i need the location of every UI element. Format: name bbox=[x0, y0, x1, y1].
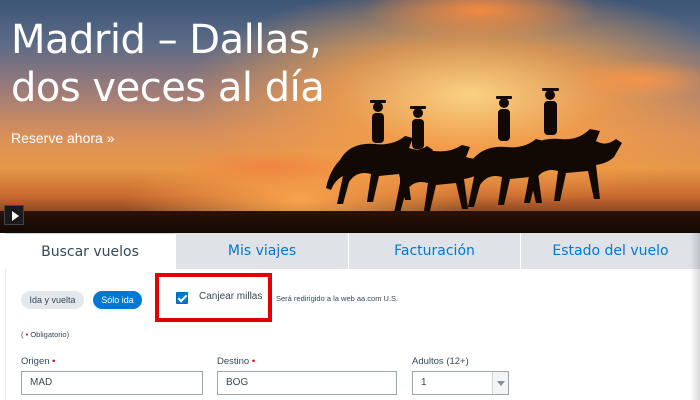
destination-label-text: Destino bbox=[217, 356, 250, 367]
required-text: Obligatorio) bbox=[28, 330, 70, 339]
reserve-now-link[interactable]: Reserve ahora » bbox=[11, 130, 115, 146]
tab-check-in[interactable]: Facturación bbox=[349, 233, 521, 269]
checkbox-checked-icon[interactable] bbox=[176, 292, 188, 304]
play-icon[interactable] bbox=[4, 205, 24, 225]
required-note: ( • Obligatorio) bbox=[21, 330, 69, 339]
origin-label: Origen • bbox=[21, 356, 55, 367]
adults-label: Adultos (12+) bbox=[412, 356, 469, 367]
one-way-toggle[interactable]: Sólo ida bbox=[93, 291, 142, 309]
origin-label-text: Origen bbox=[21, 356, 50, 367]
tab-flight-status[interactable]: Estado del vuelo bbox=[521, 233, 700, 269]
hero-ground bbox=[0, 211, 700, 233]
hero-banner: Madrid – Dallas, dos veces al día Reserv… bbox=[0, 0, 700, 233]
round-trip-toggle[interactable]: Ida y vuelta bbox=[21, 291, 84, 309]
origin-required-star: • bbox=[52, 356, 56, 367]
tab-search-flights[interactable]: Buscar vuelos bbox=[5, 233, 176, 269]
adults-select[interactable]: 1 bbox=[412, 371, 509, 395]
destination-required-star: • bbox=[251, 356, 256, 367]
booking-tabs: Buscar vuelos Mis viajes Facturación Est… bbox=[5, 233, 700, 269]
tab-my-trips[interactable]: Mis viajes bbox=[176, 233, 349, 269]
hero-title-line1: Madrid – Dallas, bbox=[11, 17, 322, 63]
adults-select-value: 1 bbox=[421, 377, 427, 388]
cloud-decoration bbox=[360, 0, 600, 40]
destination-input[interactable]: BOG bbox=[217, 371, 397, 395]
destination-label: Destino • bbox=[217, 356, 255, 367]
hero-title: Madrid – Dallas, dos veces al día bbox=[11, 16, 325, 112]
redeem-miles-label[interactable]: Canjear millas bbox=[199, 291, 262, 302]
hero-title-line2: dos veces al día bbox=[11, 65, 325, 111]
chevron-down-icon[interactable] bbox=[492, 372, 508, 394]
origin-input[interactable]: MAD bbox=[21, 371, 203, 395]
horse-riders-silhouette bbox=[326, 88, 622, 213]
redirect-note: Será redirigido a la web aa.com U.S. bbox=[276, 294, 399, 303]
page-edge-shadow bbox=[690, 233, 700, 400]
